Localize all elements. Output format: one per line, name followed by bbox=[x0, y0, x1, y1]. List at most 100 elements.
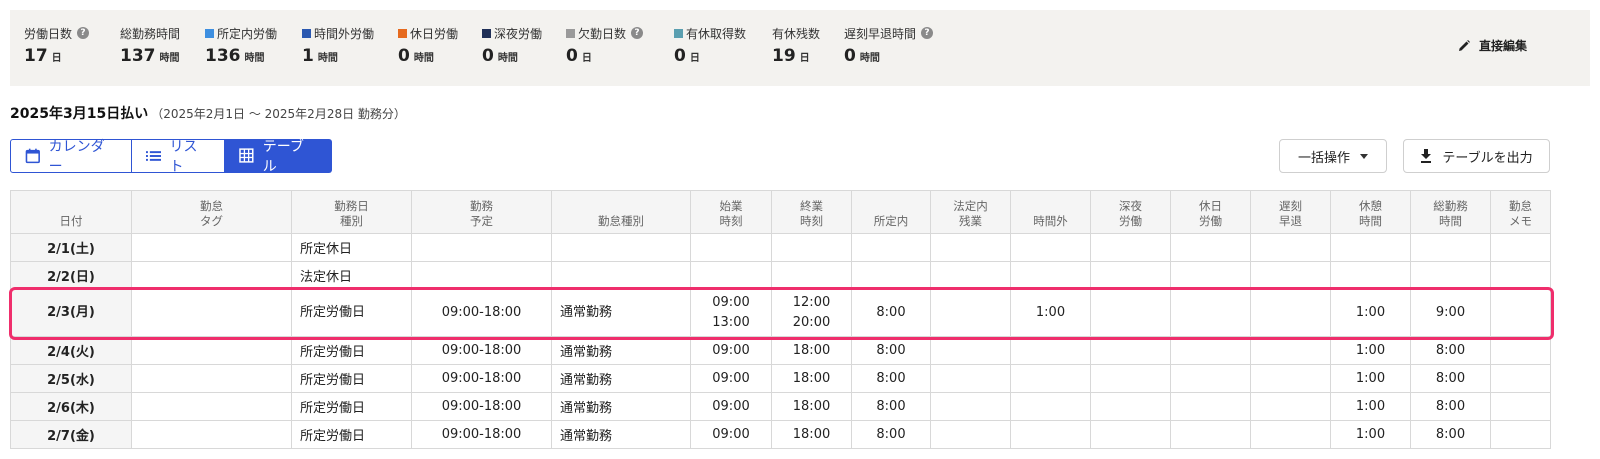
cell-night bbox=[1090, 336, 1171, 365]
bulk-actions-dropdown[interactable]: 一括操作 bbox=[1279, 139, 1387, 173]
cell-tag[interactable] bbox=[131, 336, 292, 365]
cell-start: 09:00 bbox=[690, 336, 772, 365]
cell-total bbox=[1410, 261, 1491, 290]
cell-daytype: 所定労働日 bbox=[291, 364, 412, 393]
stat-value: 0 bbox=[566, 46, 578, 66]
column-header-regular: 所定内 bbox=[851, 190, 931, 234]
column-header-text: 深夜 bbox=[1119, 199, 1142, 213]
cell-holiday bbox=[1170, 261, 1251, 290]
table-row[interactable]: 2/5(水) 所定労働日 09:00-18:00 通常勤務 09:00 18:00 8:00… bbox=[10, 364, 1551, 393]
view-table-button[interactable]: テーブル bbox=[225, 139, 332, 175]
column-header-text: 総勤務 bbox=[1433, 199, 1468, 213]
cell-date[interactable]: 2/5(水) bbox=[10, 364, 132, 393]
column-header-text: メモ bbox=[1509, 214, 1532, 228]
column-header-text: 種別 bbox=[340, 214, 363, 228]
cell-text: 09:00-18:00 bbox=[441, 343, 522, 358]
view-list-button[interactable]: リスト bbox=[132, 139, 225, 175]
cell-overtime bbox=[1010, 420, 1091, 449]
cell-text: 18:00 bbox=[792, 399, 831, 414]
cell-tag[interactable] bbox=[131, 392, 292, 421]
cell-tag[interactable] bbox=[131, 233, 292, 262]
cell-memo[interactable] bbox=[1490, 420, 1551, 449]
stat-overtime: 時間外労働 1 時間 bbox=[302, 24, 374, 66]
cell-memo[interactable] bbox=[1490, 336, 1551, 365]
table-row[interactable]: 2/6(木) 所定労働日 09:00-18:00 通常勤務 09:00 18:00 8:00… bbox=[10, 392, 1551, 421]
direct-edit-button[interactable]: 直接編集 bbox=[1457, 37, 1527, 54]
cell-schedule: 09:00-18:00 bbox=[411, 420, 552, 449]
cell-regular: 8:00 bbox=[851, 289, 931, 337]
cell-text: 1:00 bbox=[1355, 399, 1386, 414]
cell-date[interactable]: 2/2(日) bbox=[10, 261, 132, 290]
column-header-memo: 勤怠 メモ bbox=[1490, 190, 1551, 234]
cell-tag[interactable] bbox=[131, 364, 292, 393]
cell-total: 8:00 bbox=[1410, 392, 1491, 421]
cell-date[interactable]: 2/3(月) bbox=[10, 289, 132, 337]
cell-memo[interactable] bbox=[1490, 289, 1551, 337]
bulk-actions-label: 一括操作 bbox=[1297, 150, 1350, 166]
column-header-end: 終業 時刻 bbox=[771, 190, 852, 234]
cell-tag[interactable] bbox=[131, 261, 292, 290]
cell-end bbox=[771, 261, 852, 290]
cell-text: 2/4(火) bbox=[47, 345, 95, 360]
stat-label: 有休取得数 bbox=[686, 26, 747, 41]
table-row[interactable]: 2/4(火) 所定労働日 09:00-18:00 通常勤務 09:00 18:00 8:00… bbox=[10, 336, 1551, 365]
cell-regular: 8:00 bbox=[851, 364, 931, 393]
cell-memo[interactable] bbox=[1490, 233, 1551, 262]
table-row[interactable]: 2/3(月) 所定労働日 09:00-18:00 通常勤務 09:00 13:00 12:0… bbox=[10, 289, 1551, 337]
column-header-night: 深夜 労働 bbox=[1090, 190, 1171, 234]
cell-daytype: 所定労働日 bbox=[291, 336, 412, 365]
cell-memo[interactable] bbox=[1490, 261, 1551, 290]
cell-text: 8:00 bbox=[876, 305, 906, 320]
cell-memo[interactable] bbox=[1490, 392, 1551, 421]
stat-working-days: 労働日数? 17 日 bbox=[24, 24, 90, 66]
cell-text: 09:00-18:00 bbox=[441, 399, 522, 414]
cell-text: 18:00 bbox=[792, 371, 831, 386]
column-header-text: 勤怠 bbox=[1509, 199, 1532, 213]
column-header-text: 勤怠種別 bbox=[598, 214, 644, 228]
table-row[interactable]: 2/7(金) 所定労働日 09:00-18:00 通常勤務 09:00 18:00 8:00… bbox=[10, 420, 1551, 449]
cell-tag[interactable] bbox=[131, 420, 292, 449]
cell-night bbox=[1090, 233, 1171, 262]
cell-text: 09:00 bbox=[712, 399, 750, 414]
column-header-text: 日付 bbox=[59, 214, 83, 228]
cell-night bbox=[1090, 392, 1171, 421]
cell-overtime bbox=[1010, 336, 1091, 365]
help-icon[interactable]: ? bbox=[77, 27, 90, 39]
cell-break: 1:00 bbox=[1330, 420, 1411, 449]
cell-date[interactable]: 2/1(土) bbox=[10, 233, 132, 262]
cell-text: 1:00 bbox=[1355, 305, 1386, 320]
cell-tag[interactable] bbox=[131, 289, 292, 337]
cell-text: 通常勤務 bbox=[560, 373, 613, 388]
cell-date[interactable]: 2/6(木) bbox=[10, 392, 132, 421]
stat-paid-leave-taken: 有休取得数 0日 bbox=[674, 24, 746, 66]
cell-text: 8:00 bbox=[876, 399, 906, 414]
table-row[interactable]: 2/2(日) 法定休日 bbox=[10, 261, 1551, 290]
cell-total: 8:00 bbox=[1410, 364, 1491, 393]
help-icon[interactable]: ? bbox=[921, 27, 934, 39]
cell-schedule bbox=[411, 233, 552, 262]
view-calendar-button[interactable]: カレンダー bbox=[10, 139, 132, 175]
view-list-label: リスト bbox=[169, 139, 198, 175]
cell-night bbox=[1090, 420, 1171, 449]
cell-schedule: 09:00-18:00 bbox=[411, 392, 552, 421]
table-row[interactable]: 2/1(土) 所定休日 bbox=[10, 233, 1551, 262]
stat-label: 深夜労働 bbox=[494, 26, 543, 41]
cell-text: 所定労働日 bbox=[300, 429, 366, 444]
cell-late bbox=[1250, 392, 1331, 421]
cell-date[interactable]: 2/4(火) bbox=[10, 336, 132, 365]
cell-date[interactable]: 2/7(金) bbox=[10, 420, 132, 449]
column-header-tag: 勤怠 タグ bbox=[131, 190, 292, 234]
column-header-daytype: 勤務日 種別 bbox=[291, 190, 412, 234]
cell-total: 8:00 bbox=[1410, 420, 1491, 449]
table-icon bbox=[239, 148, 254, 163]
cell-text: 2/6(木) bbox=[47, 401, 95, 416]
cell-legal-ot bbox=[930, 420, 1011, 449]
cell-holiday bbox=[1170, 392, 1251, 421]
stat-value: 1 bbox=[302, 46, 314, 66]
cell-memo[interactable] bbox=[1490, 364, 1551, 393]
cell-legal-ot bbox=[930, 233, 1011, 262]
export-table-button[interactable]: テーブルを出力 bbox=[1403, 139, 1550, 173]
pencil-icon bbox=[1459, 39, 1470, 51]
column-header-text: 勤怠 bbox=[200, 199, 223, 213]
help-icon[interactable]: ? bbox=[631, 27, 644, 39]
